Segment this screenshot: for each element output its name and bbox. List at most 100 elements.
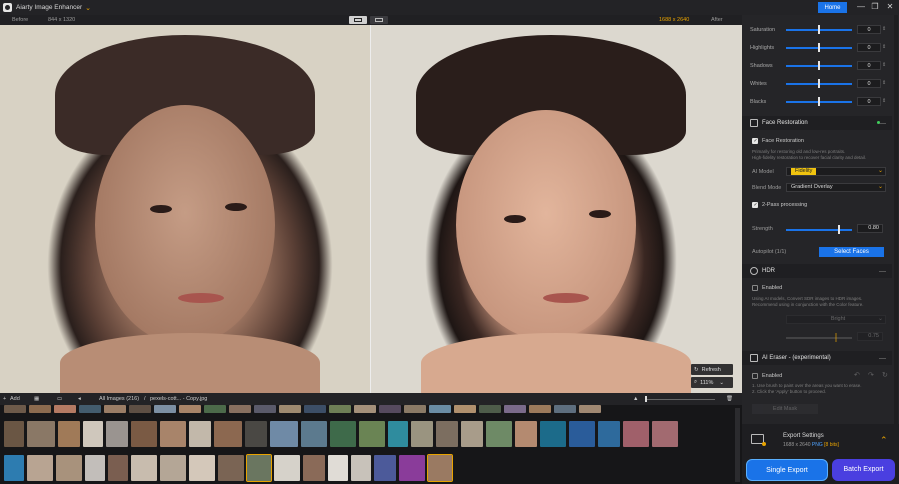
hdr-header[interactable]: HDR — bbox=[742, 264, 892, 278]
back-icon[interactable]: ◂ bbox=[78, 396, 81, 402]
thumbnail[interactable] bbox=[379, 405, 401, 413]
add-button[interactable]: Add bbox=[10, 396, 20, 402]
whites-slider[interactable]: Whites 0 ⇕ bbox=[742, 79, 892, 89]
thumbnail[interactable] bbox=[330, 421, 356, 447]
thumbnail[interactable] bbox=[579, 405, 601, 413]
restore-icon[interactable]: ❐ bbox=[868, 1, 882, 13]
thumbnail[interactable] bbox=[328, 455, 348, 481]
thumbnail[interactable] bbox=[329, 405, 351, 413]
blend-mode-dropdown[interactable]: Gradient Overlay ⌄ bbox=[786, 183, 886, 192]
batch-export-button[interactable]: Batch Export bbox=[832, 459, 895, 481]
thumbnail[interactable] bbox=[388, 421, 408, 447]
thumbnail[interactable] bbox=[83, 421, 103, 447]
thumbnail[interactable] bbox=[429, 405, 451, 413]
hdr-strength-knob[interactable] bbox=[835, 333, 837, 342]
thumbnail[interactable] bbox=[27, 421, 55, 447]
thumbnail[interactable] bbox=[303, 455, 325, 481]
thumbnail[interactable] bbox=[204, 405, 226, 413]
thumbnail[interactable] bbox=[598, 421, 620, 447]
thumbnail[interactable] bbox=[515, 421, 537, 447]
thumb-size-slider[interactable] bbox=[645, 399, 715, 400]
slider-knob[interactable] bbox=[818, 43, 820, 52]
refresh-button[interactable]: ↻ Refresh bbox=[691, 364, 733, 375]
thumbnail[interactable] bbox=[301, 421, 327, 447]
thumbnail[interactable] bbox=[4, 455, 24, 481]
split-view-button[interactable] bbox=[349, 16, 367, 24]
thumbnail[interactable] bbox=[56, 455, 82, 481]
thumbnail[interactable] bbox=[486, 421, 512, 447]
thumbnail-selected[interactable] bbox=[246, 454, 272, 482]
slider-value[interactable]: 0 bbox=[857, 25, 881, 34]
slider-knob[interactable] bbox=[818, 61, 820, 70]
thumbnail[interactable] bbox=[270, 421, 298, 447]
thumbnail[interactable] bbox=[652, 421, 678, 447]
thumbnail[interactable] bbox=[279, 405, 301, 413]
thumbnail[interactable] bbox=[104, 405, 126, 413]
redo-icon[interactable]: ↷ bbox=[868, 371, 874, 379]
thumbnail[interactable] bbox=[4, 405, 26, 413]
slider-value[interactable]: 0 bbox=[857, 97, 881, 106]
slider-knob[interactable] bbox=[818, 25, 820, 34]
thumbnail[interactable] bbox=[189, 421, 211, 447]
thumbnail[interactable] bbox=[461, 421, 483, 447]
hdr-strength-value[interactable]: 0.75 bbox=[857, 332, 883, 341]
thumbnail[interactable] bbox=[436, 421, 458, 447]
strength-slider-track[interactable] bbox=[786, 229, 852, 231]
thumbnail[interactable] bbox=[540, 421, 566, 447]
face-restoration-header[interactable]: Face Restoration — bbox=[742, 116, 892, 130]
thumbnail[interactable] bbox=[529, 405, 551, 413]
thumbnail[interactable] bbox=[160, 421, 186, 447]
thumbnail[interactable] bbox=[359, 421, 385, 447]
hdr-mode-dropdown[interactable]: Bright ⌄ bbox=[786, 315, 886, 324]
slider-knob[interactable] bbox=[818, 79, 820, 88]
ai-model-dropdown[interactable]: Fidelity ⌄ bbox=[786, 167, 886, 176]
thumbnail[interactable] bbox=[351, 455, 371, 481]
collapse-icon[interactable]: — bbox=[879, 355, 886, 362]
slider-knob[interactable] bbox=[818, 97, 820, 106]
close-icon[interactable]: ✕ bbox=[883, 1, 897, 13]
thumbnail[interactable] bbox=[504, 405, 526, 413]
thumbnail[interactable] bbox=[245, 421, 267, 447]
thumbnail[interactable] bbox=[4, 421, 24, 447]
delete-icon[interactable]: 🗑 bbox=[726, 396, 733, 402]
spinner-icon[interactable]: ⇕ bbox=[882, 98, 886, 104]
thumbnail[interactable] bbox=[623, 421, 649, 447]
thumbnail[interactable] bbox=[218, 455, 244, 481]
breadcrumb-all-images[interactable]: All Images (216) bbox=[99, 396, 139, 402]
thumbnail[interactable] bbox=[131, 421, 157, 447]
thumbnail[interactable] bbox=[404, 405, 426, 413]
ai-eraser-enabled-checkbox[interactable] bbox=[752, 373, 758, 379]
spinner-icon[interactable]: ⇕ bbox=[882, 44, 886, 50]
thumbnail[interactable] bbox=[554, 405, 576, 413]
shadows-slider[interactable]: Shadows 0 ⇕ bbox=[742, 61, 892, 71]
two-pass-checkbox[interactable] bbox=[752, 202, 758, 208]
home-button[interactable]: Home bbox=[818, 2, 847, 13]
thumbnail[interactable] bbox=[374, 455, 396, 481]
collapse-icon[interactable]: — bbox=[879, 268, 886, 275]
export-settings-title[interactable]: Export Settings bbox=[783, 433, 824, 439]
thumb-size-knob[interactable] bbox=[645, 396, 647, 402]
thumbnail[interactable] bbox=[129, 405, 151, 413]
thumbnail[interactable] bbox=[29, 405, 51, 413]
thumbnail[interactable] bbox=[54, 405, 76, 413]
saturation-slider[interactable]: Saturation 0 ⇕ bbox=[742, 25, 892, 35]
spinner-icon[interactable]: ⇕ bbox=[882, 80, 886, 86]
collapse-icon[interactable]: — bbox=[879, 120, 886, 127]
thumbnail[interactable] bbox=[274, 455, 300, 481]
thumbnail[interactable] bbox=[399, 455, 425, 481]
slider-value[interactable]: 0 bbox=[857, 43, 881, 52]
strength-slider-knob[interactable] bbox=[837, 225, 840, 234]
thumbnail[interactable] bbox=[229, 405, 251, 413]
side-by-side-button[interactable] bbox=[370, 16, 388, 24]
filmstrip-scrollbar[interactable] bbox=[735, 408, 740, 482]
single-export-button[interactable]: Single Export bbox=[746, 459, 828, 481]
face-restoration-checkbox[interactable] bbox=[752, 138, 758, 144]
thumbnail[interactable] bbox=[214, 421, 242, 447]
thumbnail[interactable] bbox=[160, 455, 186, 481]
thumbnail[interactable] bbox=[304, 405, 326, 413]
thumbnail[interactable] bbox=[179, 405, 201, 413]
expand-up-icon[interactable]: ⌃ bbox=[880, 435, 888, 446]
slider-value[interactable]: 0 bbox=[857, 79, 881, 88]
add-icon[interactable]: + bbox=[3, 396, 6, 402]
list-view-icon[interactable]: ▭ bbox=[57, 396, 62, 402]
